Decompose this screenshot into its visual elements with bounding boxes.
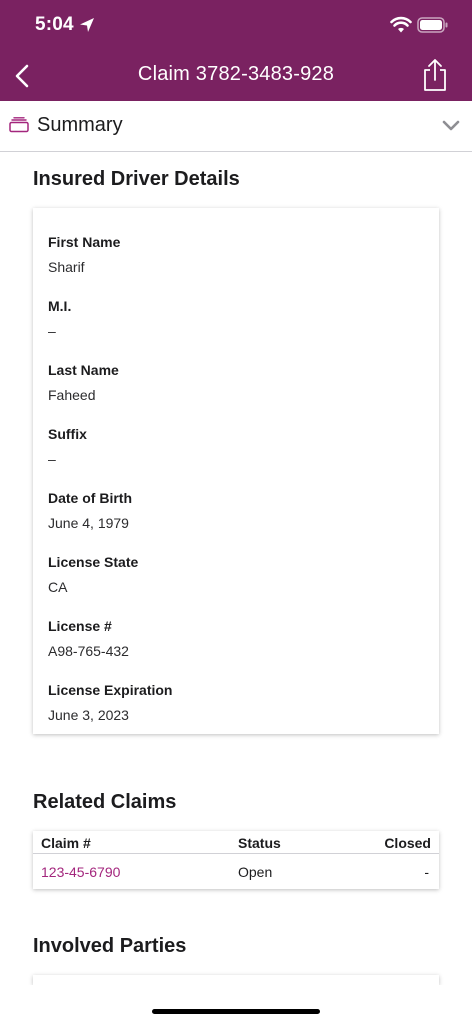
field-license-state: License State CA [48, 554, 138, 595]
field-label: M.I. [48, 298, 72, 314]
field-label: License # [48, 618, 112, 634]
field-label: License State [48, 554, 139, 570]
column-header-status: Status [238, 835, 281, 851]
summary-label: Summary [37, 114, 123, 136]
navigation-bar: 5:04 Claim 3782-3483-928 [0, 0, 472, 101]
field-value: A98-765-432 [48, 643, 129, 659]
chevron-down-icon [442, 120, 460, 131]
status-time: 5:04 [35, 14, 74, 35]
claim-number-link[interactable]: 123-45-6790 [41, 864, 120, 880]
field-value: Faheed [48, 387, 96, 403]
home-indicator [152, 1009, 320, 1014]
field-label: License Expiration [48, 682, 173, 698]
location-arrow-icon [80, 18, 94, 32]
field-label: First Name [48, 234, 121, 250]
claim-status: Open [238, 864, 273, 880]
field-last-name: Last Name Faheed [48, 362, 119, 403]
summary-section-toggle[interactable]: Summary [0, 101, 472, 152]
table-header: Claim # Status Closed [33, 831, 439, 854]
column-header-closed: Closed [384, 835, 431, 851]
wifi-icon [390, 16, 412, 33]
field-suffix: Suffix – [48, 426, 87, 467]
field-date-of-birth: Date of Birth June 4, 1979 [48, 490, 132, 531]
field-license-expiration: License Expiration June 3, 2023 [48, 682, 172, 723]
field-label: Suffix [48, 426, 87, 442]
field-first-name: First Name Sharif [48, 234, 120, 275]
claim-closed: - [424, 864, 429, 880]
bottom-safe-area [0, 985, 472, 1024]
involved-parties-title: Involved Parties [33, 935, 187, 957]
field-value: June 4, 1979 [48, 515, 129, 531]
field-label: Last Name [48, 362, 119, 378]
related-claims-title: Related Claims [33, 791, 177, 813]
field-middle-initial: M.I. – [48, 298, 71, 339]
battery-icon [417, 17, 448, 33]
field-value: Sharif [48, 259, 85, 275]
column-header-claim: Claim # [41, 835, 91, 851]
field-value: – [48, 451, 56, 467]
share-button[interactable] [421, 58, 449, 92]
insured-driver-card: First Name Sharif M.I. – Last Name Fahee… [33, 208, 439, 734]
field-value: June 3, 2023 [48, 707, 129, 723]
field-value: – [48, 323, 56, 339]
page-title: Claim 3782-3483-928 [137, 63, 335, 85]
related-claims-table: Claim # Status Closed 123-45-6790 Open - [33, 831, 439, 889]
field-license-number: License # A98-765-432 [48, 618, 129, 659]
table-row: 123-45-6790 Open - [33, 853, 439, 889]
field-label: Date of Birth [48, 490, 132, 506]
stack-icon [9, 117, 29, 133]
field-value: CA [48, 579, 68, 595]
involved-parties-card [33, 975, 439, 985]
insured-driver-title: Insured Driver Details [33, 168, 240, 190]
